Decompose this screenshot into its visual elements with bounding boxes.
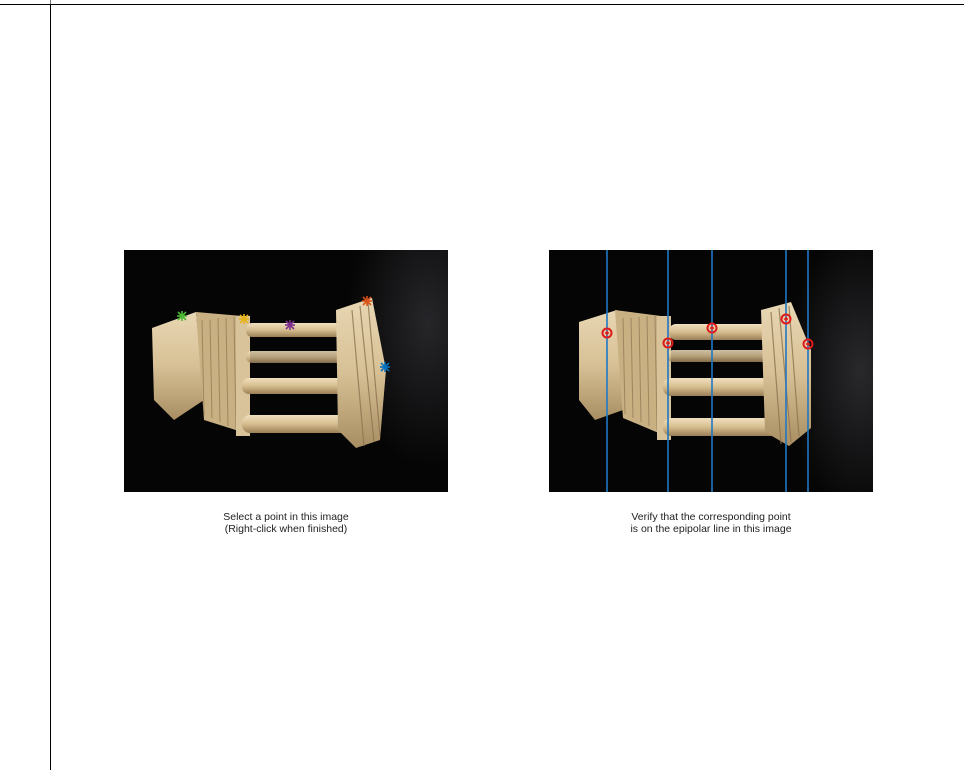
temple-column-1 — [669, 324, 777, 340]
figure-left-border — [50, 4, 51, 770]
purple-star-marker[interactable] — [285, 320, 295, 330]
right-image-caption: Verify that the corresponding point is o… — [549, 511, 873, 535]
right-image-panel[interactable] — [549, 250, 873, 492]
temple-column-1 — [246, 323, 346, 337]
orange-star-marker[interactable] — [362, 296, 372, 306]
left-caption-line2: (Right-click when finished) — [224, 523, 348, 535]
yellow-star-marker[interactable] — [239, 314, 249, 324]
left-image-panel[interactable] — [124, 250, 448, 492]
right-caption-line2: is on the epipolar line in this image — [630, 523, 792, 535]
blue-star-marker[interactable] — [380, 362, 390, 372]
temple-column-4 — [242, 415, 354, 433]
left-caption-line1: Select a point in this image — [223, 511, 349, 523]
temple-column-4 — [663, 418, 779, 436]
right-temple-image[interactable] — [549, 250, 873, 492]
figure-top-border — [0, 4, 964, 5]
temple-column-2 — [667, 350, 779, 362]
right-caption-line1: Verify that the corresponding point — [631, 511, 791, 523]
left-temple-image[interactable] — [124, 250, 448, 492]
green-star-marker[interactable] — [177, 311, 187, 321]
temple-pediment — [152, 312, 204, 420]
temple-column-3 — [663, 378, 779, 396]
left-image-caption: Select a point in this image (Right-clic… — [124, 511, 448, 535]
